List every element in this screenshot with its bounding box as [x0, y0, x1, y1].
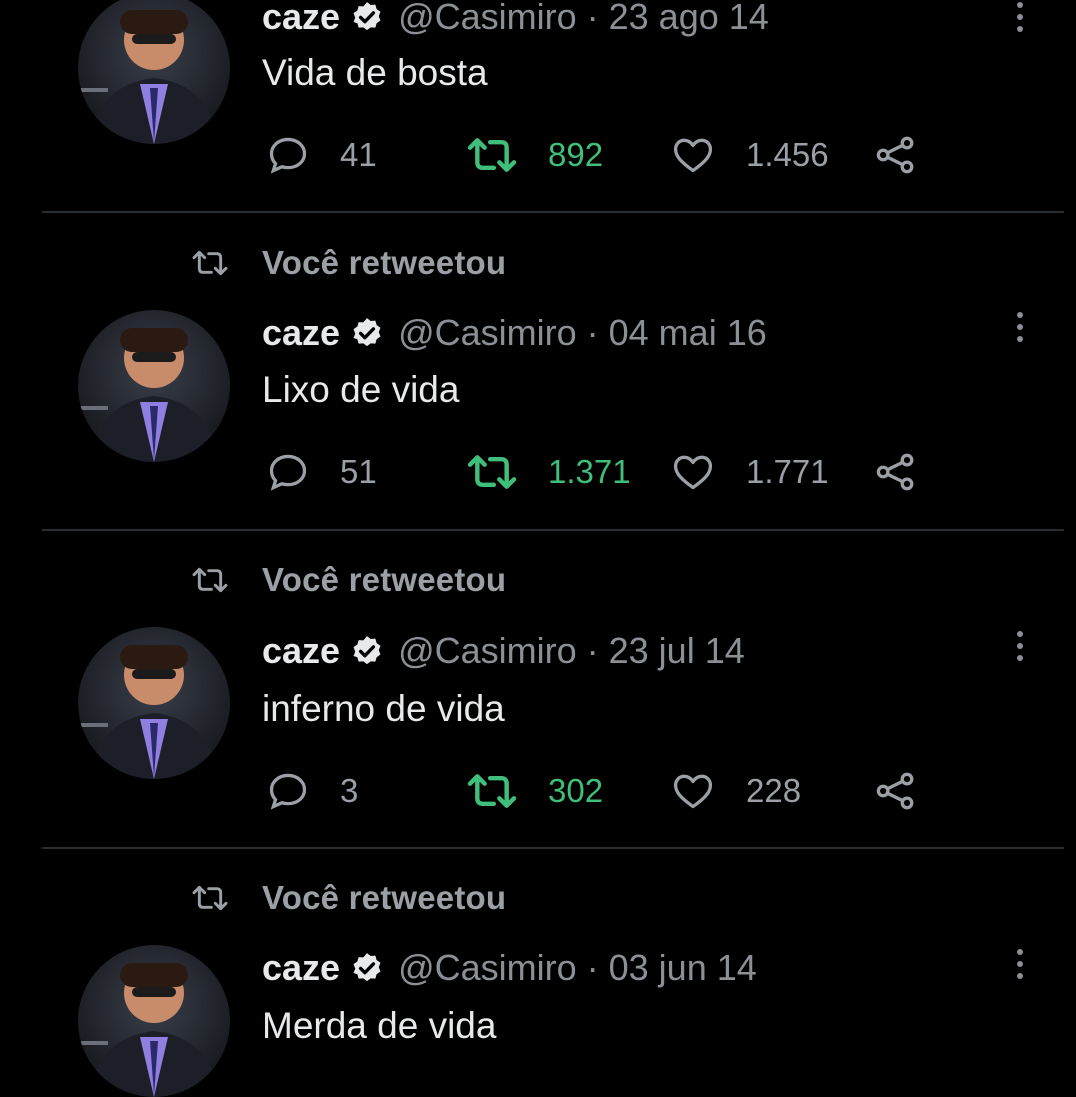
verified-badge-icon [353, 636, 381, 665]
author-name[interactable]: caze [262, 630, 340, 672]
share-icon [876, 136, 914, 174]
like-button[interactable]: 1.456 [670, 130, 829, 180]
retweet-button[interactable]: 892 [466, 130, 603, 180]
reply-icon [269, 454, 307, 491]
retweet-count: 302 [548, 772, 604, 809]
like-count: 1.456 [746, 136, 829, 173]
share-icon [876, 453, 914, 491]
reply-button[interactable]: 3 [266, 766, 358, 816]
tweet-header: caze @Casimiro · 03 jun 14 [262, 946, 757, 990]
header-separator: · [586, 630, 599, 671]
more-options-icon[interactable] [1004, 942, 1036, 986]
verified-badge-icon [353, 2, 381, 31]
heart-icon [673, 774, 713, 809]
tweet-actions: 3 302 228 [262, 766, 942, 816]
author-handle[interactable]: @Casimiro [398, 0, 577, 38]
more-options-icon[interactable] [1004, 624, 1036, 668]
tweet-divider [42, 529, 1064, 531]
share-icon [876, 772, 914, 810]
more-options-icon[interactable] [1004, 305, 1036, 349]
author-name[interactable]: caze [262, 0, 340, 38]
retweet-context: Você retweetou [186, 243, 506, 283]
author-handle[interactable]: @Casimiro [398, 630, 577, 672]
tweet-header: caze @Casimiro · 23 jul 14 [262, 629, 745, 673]
retweet-context: Você retweetou [186, 878, 506, 918]
header-separator: · [586, 947, 599, 988]
retweet-count: 892 [548, 136, 604, 173]
retweet-button[interactable]: 302 [466, 766, 603, 816]
reply-button[interactable]: 41 [266, 130, 377, 180]
retweet-icon [192, 885, 228, 911]
tweet-divider [42, 211, 1064, 213]
tweet-header: caze @Casimiro · 04 mai 16 [262, 311, 767, 355]
reply-icon [269, 773, 307, 810]
retweet-icon [192, 250, 228, 276]
tweet-text: Lixo de vida [262, 369, 460, 410]
tweet-divider [42, 847, 1064, 849]
share-button[interactable] [874, 766, 918, 816]
heart-icon [673, 455, 713, 490]
retweet-icon [467, 138, 517, 172]
retweet-icon [467, 774, 517, 808]
tweet-header: caze @Casimiro · 23 ago 14 [262, 0, 769, 39]
reply-count: 51 [340, 453, 377, 490]
verified-badge-icon [353, 318, 381, 347]
header-separator: · [586, 312, 599, 353]
tweet-date[interactable]: 04 mai 16 [609, 312, 767, 354]
reply-count: 41 [340, 136, 377, 173]
tweet-text: Merda de vida [262, 1005, 497, 1046]
retweet-context: Você retweetou [186, 560, 506, 600]
avatar[interactable] [78, 945, 230, 1097]
like-count: 1.771 [746, 453, 829, 490]
retweet-button[interactable]: 1.371 [466, 447, 631, 497]
heart-icon [673, 138, 713, 173]
retweet-context-label[interactable]: Você retweetou [262, 561, 506, 599]
reply-icon [269, 137, 307, 174]
like-button[interactable]: 228 [670, 766, 801, 816]
tweet-actions: 41 892 1.456 [262, 130, 942, 180]
tweet-text: inferno de vida [262, 688, 505, 729]
avatar[interactable] [78, 310, 230, 462]
reply-button[interactable]: 51 [266, 447, 377, 497]
like-count: 228 [746, 772, 802, 809]
tweet-date[interactable]: 03 jun 14 [609, 947, 757, 989]
tweet-date[interactable]: 23 ago 14 [609, 0, 769, 38]
retweet-context-label[interactable]: Você retweetou [262, 244, 506, 282]
retweet-icon [192, 567, 228, 593]
author-handle[interactable]: @Casimiro [398, 312, 577, 354]
author-name[interactable]: caze [262, 312, 340, 354]
author-name[interactable]: caze [262, 947, 340, 989]
tweet-text: Vida de bosta [262, 52, 488, 93]
retweet-context-label[interactable]: Você retweetou [262, 879, 506, 917]
avatar[interactable] [78, 0, 230, 144]
retweet-icon [467, 455, 517, 489]
tweet-actions: 51 1.371 1.771 [262, 447, 942, 497]
verified-badge-icon [353, 953, 381, 982]
like-button[interactable]: 1.771 [670, 447, 829, 497]
more-options-icon[interactable] [1004, 0, 1036, 39]
reply-count: 3 [340, 772, 359, 809]
timeline-feed: caze @Casimiro · 23 ago 14 Vida de bosta… [0, 0, 1076, 1097]
avatar[interactable] [78, 627, 230, 779]
retweet-count: 1.371 [548, 453, 631, 490]
header-separator: · [586, 0, 599, 37]
share-button[interactable] [874, 130, 918, 180]
tweet-date[interactable]: 23 jul 14 [609, 630, 745, 672]
share-button[interactable] [874, 447, 918, 497]
author-handle[interactable]: @Casimiro [398, 947, 577, 989]
